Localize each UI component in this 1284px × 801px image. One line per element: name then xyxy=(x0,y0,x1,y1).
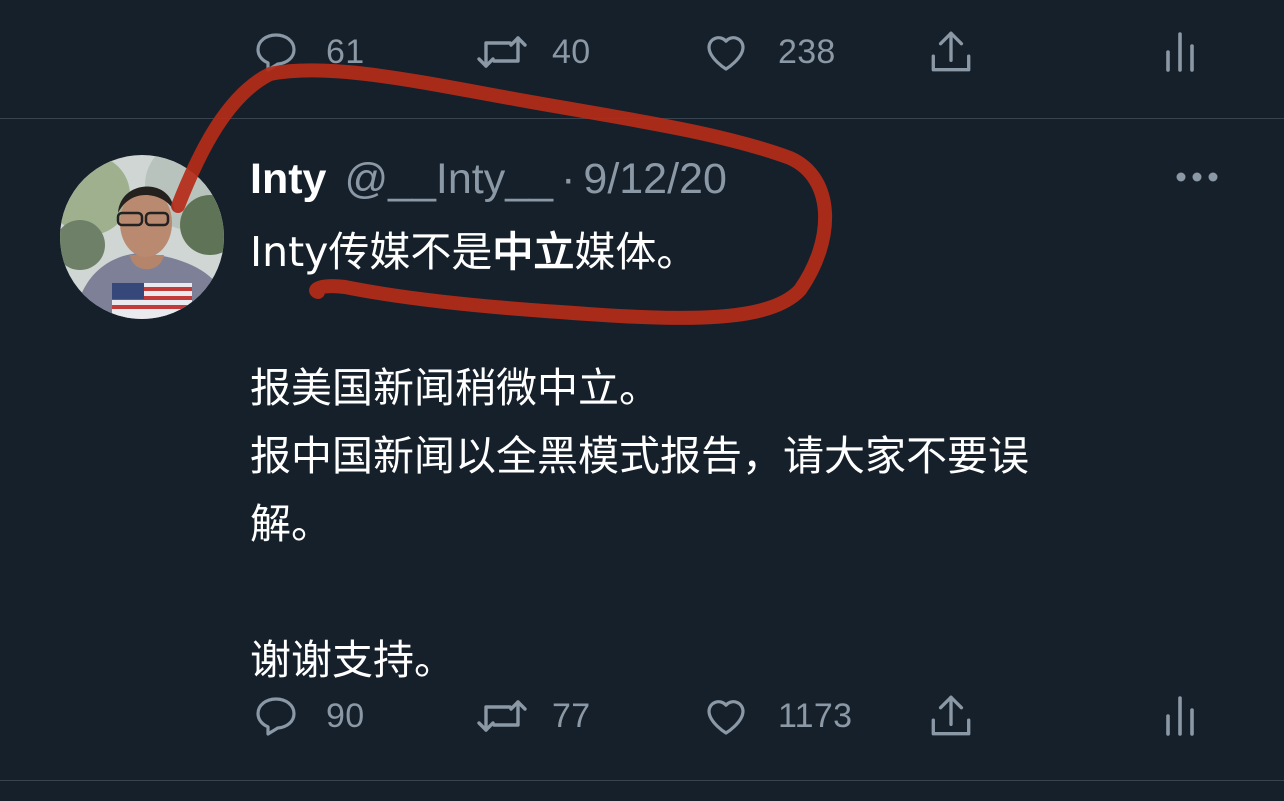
tweet-line-1: Inty传媒不是中立媒体。 xyxy=(250,218,1250,286)
reply-button[interactable]: 61 xyxy=(252,22,364,82)
reply-icon xyxy=(256,33,296,72)
tweet-date[interactable]: 9/12/20 xyxy=(583,155,726,204)
tweet-text: Inty传媒不是中立媒体。 报美国新闻稍微中立。 报中国新闻以全黑模式报告，请大… xyxy=(250,218,1250,694)
more-options-button[interactable] xyxy=(1172,160,1222,194)
like-button[interactable]: 238 xyxy=(702,22,836,82)
tweet-line-2: 报美国新闻稍微中立。 xyxy=(250,364,660,412)
line1-bold: 中立 xyxy=(492,228,575,276)
retweet-count: 77 xyxy=(552,696,591,735)
analytics-icon xyxy=(1166,696,1194,736)
like-button[interactable]: 1173 xyxy=(702,686,852,746)
tweet-action-bar: 90 77 1173 xyxy=(0,686,1284,746)
retweet-button[interactable]: 77 xyxy=(474,686,590,746)
tweet-line-5: 谢谢支持。 xyxy=(250,636,455,684)
header-separator: · xyxy=(561,154,576,203)
retweet-icon xyxy=(477,36,527,68)
analytics-button[interactable] xyxy=(1160,686,1200,746)
analytics-icon xyxy=(1166,32,1194,72)
reply-button[interactable]: 90 xyxy=(252,686,364,746)
like-count: 1173 xyxy=(778,696,853,735)
tweet-divider-top xyxy=(0,118,1284,119)
reply-count: 90 xyxy=(326,696,365,735)
tweet-line-4: 解。 xyxy=(250,500,332,548)
top-tweet-action-bar: 61 40 238 xyxy=(0,22,1284,82)
line1-suffix: 媒体。 xyxy=(574,228,698,276)
display-name[interactable]: Inty xyxy=(250,155,326,204)
avatar[interactable] xyxy=(60,155,224,319)
tweet-header: Inty @__Inty__ · 9/12/20 xyxy=(250,152,727,206)
reply-count: 61 xyxy=(326,32,365,71)
tweet-divider-bottom xyxy=(0,780,1284,781)
share-button[interactable] xyxy=(926,686,976,746)
like-count: 238 xyxy=(778,32,836,71)
retweet-count: 40 xyxy=(552,32,591,71)
reply-icon xyxy=(256,697,296,736)
like-icon xyxy=(707,36,745,71)
share-icon xyxy=(931,31,971,72)
user-handle[interactable]: @__Inty__ xyxy=(344,155,553,204)
line1-prefix: Inty传媒不是 xyxy=(250,228,493,276)
tweet-line-3: 报中国新闻以全黑模式报告，请大家不要误 xyxy=(250,432,1029,480)
analytics-button[interactable] xyxy=(1160,22,1200,82)
share-icon xyxy=(931,695,971,736)
retweet-icon xyxy=(477,700,527,732)
more-icon xyxy=(1176,172,1218,182)
share-button[interactable] xyxy=(926,22,976,82)
like-icon xyxy=(707,700,745,735)
retweet-button[interactable]: 40 xyxy=(474,22,590,82)
